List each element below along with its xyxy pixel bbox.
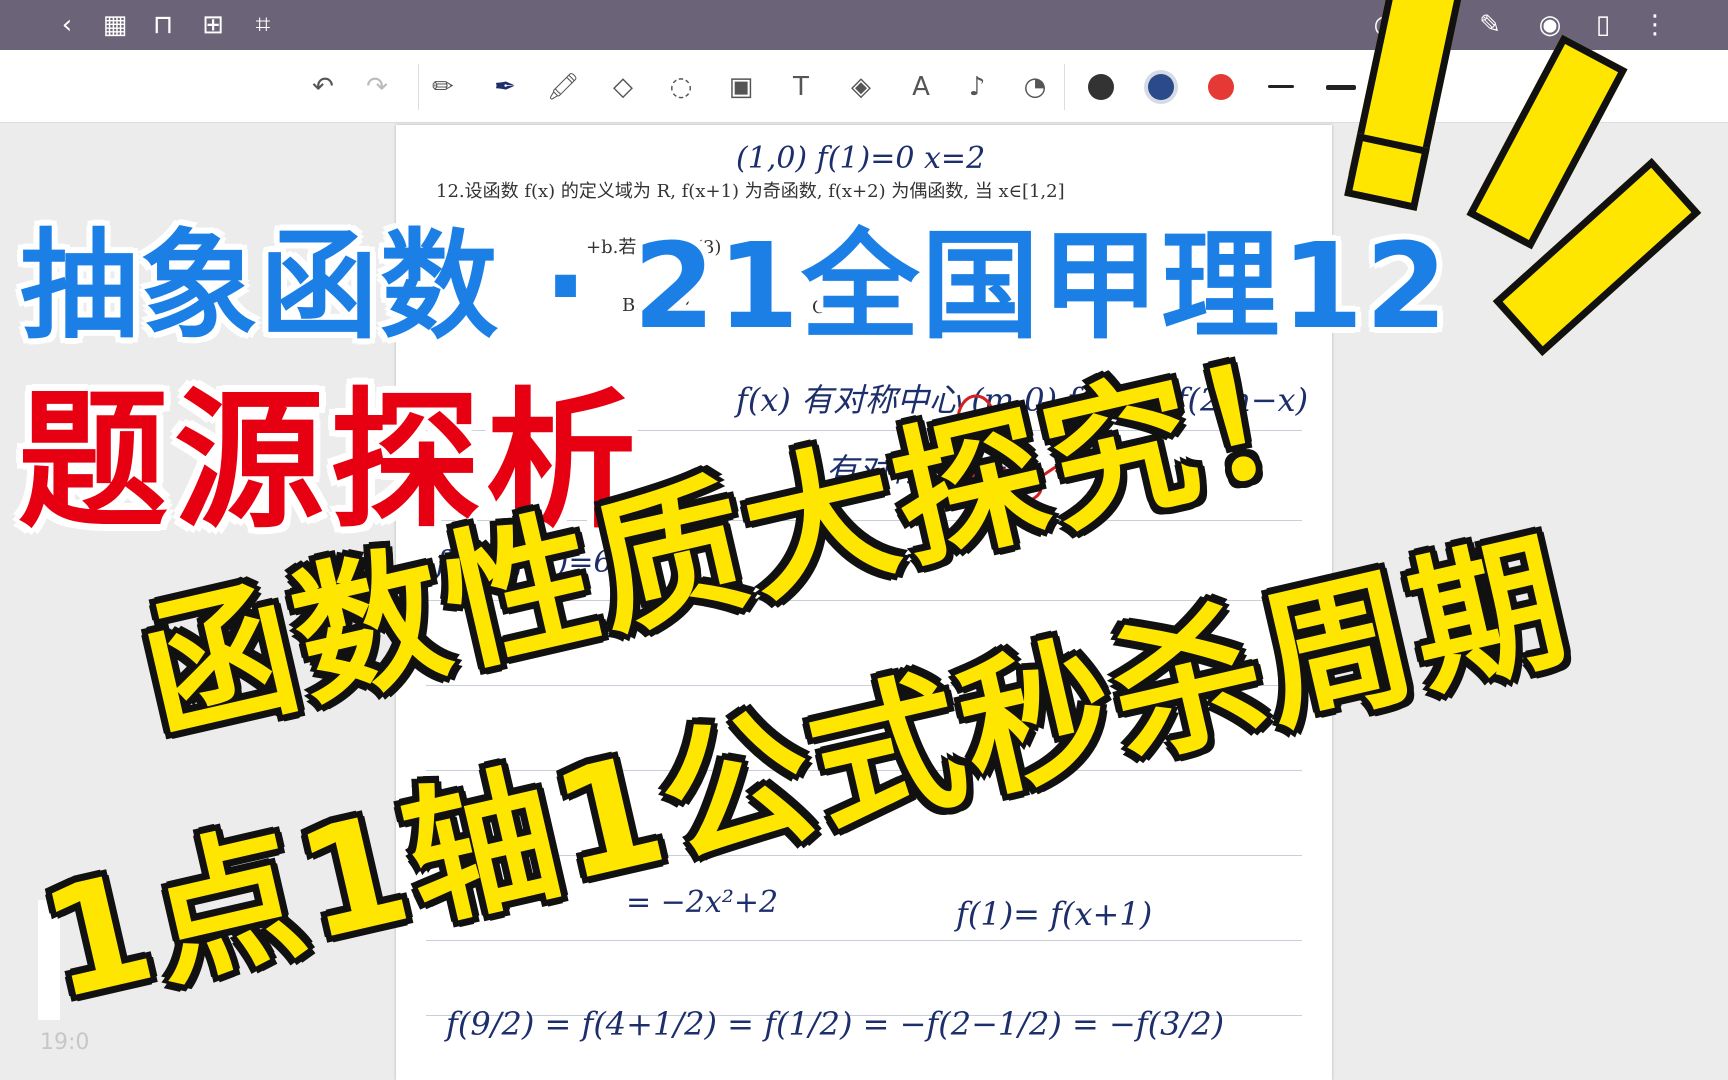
text-icon[interactable]: T [782,68,820,106]
sticker-icon[interactable]: ◔ [1016,68,1054,106]
drawing-toolbar: ↶ ↷ ✏ ✒ 🖍 ◇ ◌ ▣ T ◈ A ♪ ◔ [0,50,1728,123]
undo-icon[interactable]: ↶ [304,68,342,106]
bookmark-icon[interactable]: ⊓ [148,10,178,40]
grid-icon[interactable]: ▦ [100,10,130,40]
redo-icon[interactable]: ↷ [358,68,396,106]
add-page-icon[interactable]: ⊞ [198,10,228,40]
color-black-swatch[interactable] [1088,74,1114,100]
image-icon[interactable]: ▣ [722,68,760,106]
microphone-icon[interactable]: ♪ [958,68,996,106]
page-layout-icon[interactable]: ▯ [1588,10,1618,40]
handwritten-note: (1,0) f(1)=0 x=2 [736,141,986,176]
pen-icon[interactable]: ✒ [486,68,524,106]
back-icon[interactable]: ‹ [52,10,82,40]
shape-icon[interactable]: ◈ [842,68,880,106]
text-recognition-icon[interactable]: A [902,68,940,106]
toolbar-divider [1064,64,1065,110]
toolbar-divider [418,64,419,110]
ruled-line [426,940,1302,941]
pen-settings-icon[interactable]: ✎ [1475,10,1505,40]
handwritten-note: f(9/2) = f(4+1/2) = f(1/2) = −f(2−1/2) =… [446,1005,1225,1043]
eraser-icon[interactable]: ◇ [604,68,642,106]
highlighter-icon[interactable]: 🖍 [544,68,582,106]
crop-icon[interactable]: ⌗ [248,10,278,40]
thin-stroke-option[interactable] [1268,85,1294,88]
app-top-bar: ‹ ▦ ⊓ ⊞ ⌗ ○ ✎ ◉ ▯ ⋮ [0,0,1728,50]
more-icon[interactable]: ⋮ [1640,10,1670,40]
handwritten-note: f(1)= f(x+1) [956,895,1153,933]
pencil-icon[interactable]: ✏ [424,68,462,106]
color-blue-swatch[interactable] [1148,74,1174,100]
lasso-icon[interactable]: ◌ [662,68,700,106]
color-red-swatch[interactable] [1208,74,1234,100]
thick-stroke-option[interactable] [1326,85,1356,90]
